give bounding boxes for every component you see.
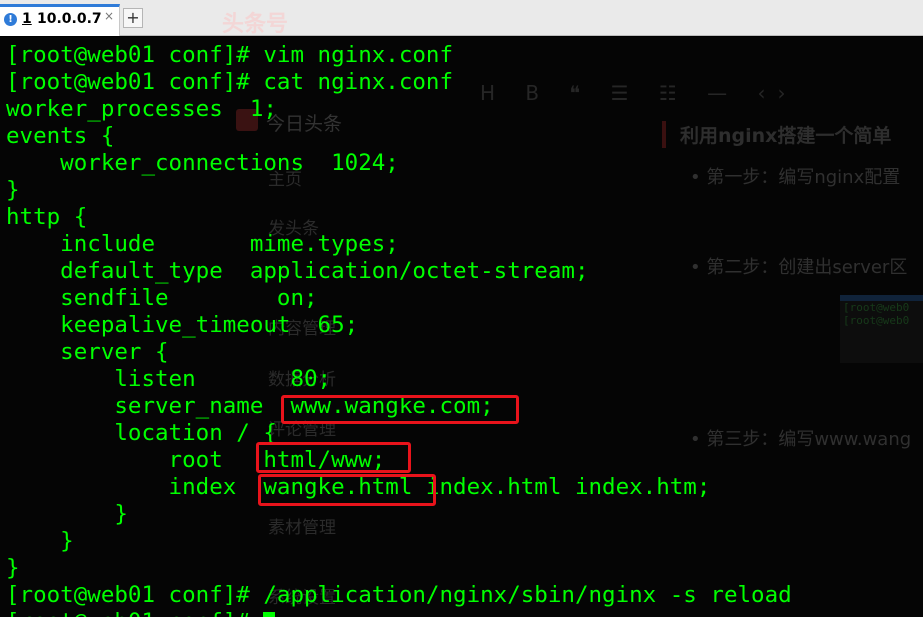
highlight-server-name [281,395,519,424]
config-line: include mime.types; [6,231,399,257]
text-cursor [263,612,276,617]
background-article-heading: 利用nginx搭建一个简单 [662,121,891,148]
config-line: keepalive_timeout 65; [6,312,359,338]
tab-host-label: 10.0.0.7 [37,11,102,27]
config-line: server { [6,339,169,365]
tab-bar: ! 1 10.0.0.7 × + 头条号 [0,0,923,37]
new-tab-button[interactable]: + [123,8,143,28]
background-brand-name: 今日头条 [266,113,343,135]
session-tab[interactable]: ! 1 10.0.0.7 × [0,4,120,36]
session-status-icon: ! [4,13,17,26]
config-line: sendfile on; [6,285,318,311]
config-line: } [6,501,128,527]
close-tab-icon[interactable]: × [104,9,114,23]
background-step: • 第二步：创建出server区 [690,257,908,278]
terminal-window: ! 1 10.0.0.7 × + 头条号 H B ❝ ☰ ☷ — ‹› 今日头条… [0,0,923,617]
config-line: worker_connections 1024; [6,150,399,176]
prompt-line: [root@web01 conf]# /application/nginx/sb… [6,582,792,608]
config-line: location / { [6,420,277,446]
config-line: } [6,555,20,581]
prompt-line: [root@web01 conf]# vim nginx.conf [6,42,454,68]
config-line: worker_processes 1; [6,96,277,122]
highlight-root-path [256,442,411,473]
active-prompt-line[interactable]: [root@web01 conf]# [6,609,276,617]
background-screenshot-thumbnail: [root@web0 [root@web0 [840,295,923,363]
config-line: events { [6,123,115,149]
config-line: default_type application/octet-stream; [6,258,589,284]
config-line: listen 80; [6,366,332,392]
tab-index: 1 [22,11,32,27]
active-prompt-text: [root@web01 conf]# [6,609,263,617]
background-step: • 第三步：编写www.wang [690,429,912,450]
highlight-index-file [258,474,436,506]
terminal-output[interactable]: H B ❝ ☰ ☷ — ‹› 今日头条 主页 发头条 内容管理 数据分析 评论管… [0,37,923,617]
config-line: } [6,528,74,554]
thumbnail-line: [root@web0 [843,314,910,327]
background-menu-item: 素材管理 [268,518,336,538]
background-step: • 第一步：编写nginx配置 [690,167,901,188]
prompt-line: [root@web01 conf]# cat nginx.conf [6,69,454,95]
config-line: } [6,177,20,203]
background-editor-toolbar: H B ❝ ☰ ☷ — ‹› [480,81,798,105]
thumbnail-line: [root@web0 [843,301,910,314]
config-line: http { [6,204,88,230]
watermark: 头条号 [222,12,289,37]
